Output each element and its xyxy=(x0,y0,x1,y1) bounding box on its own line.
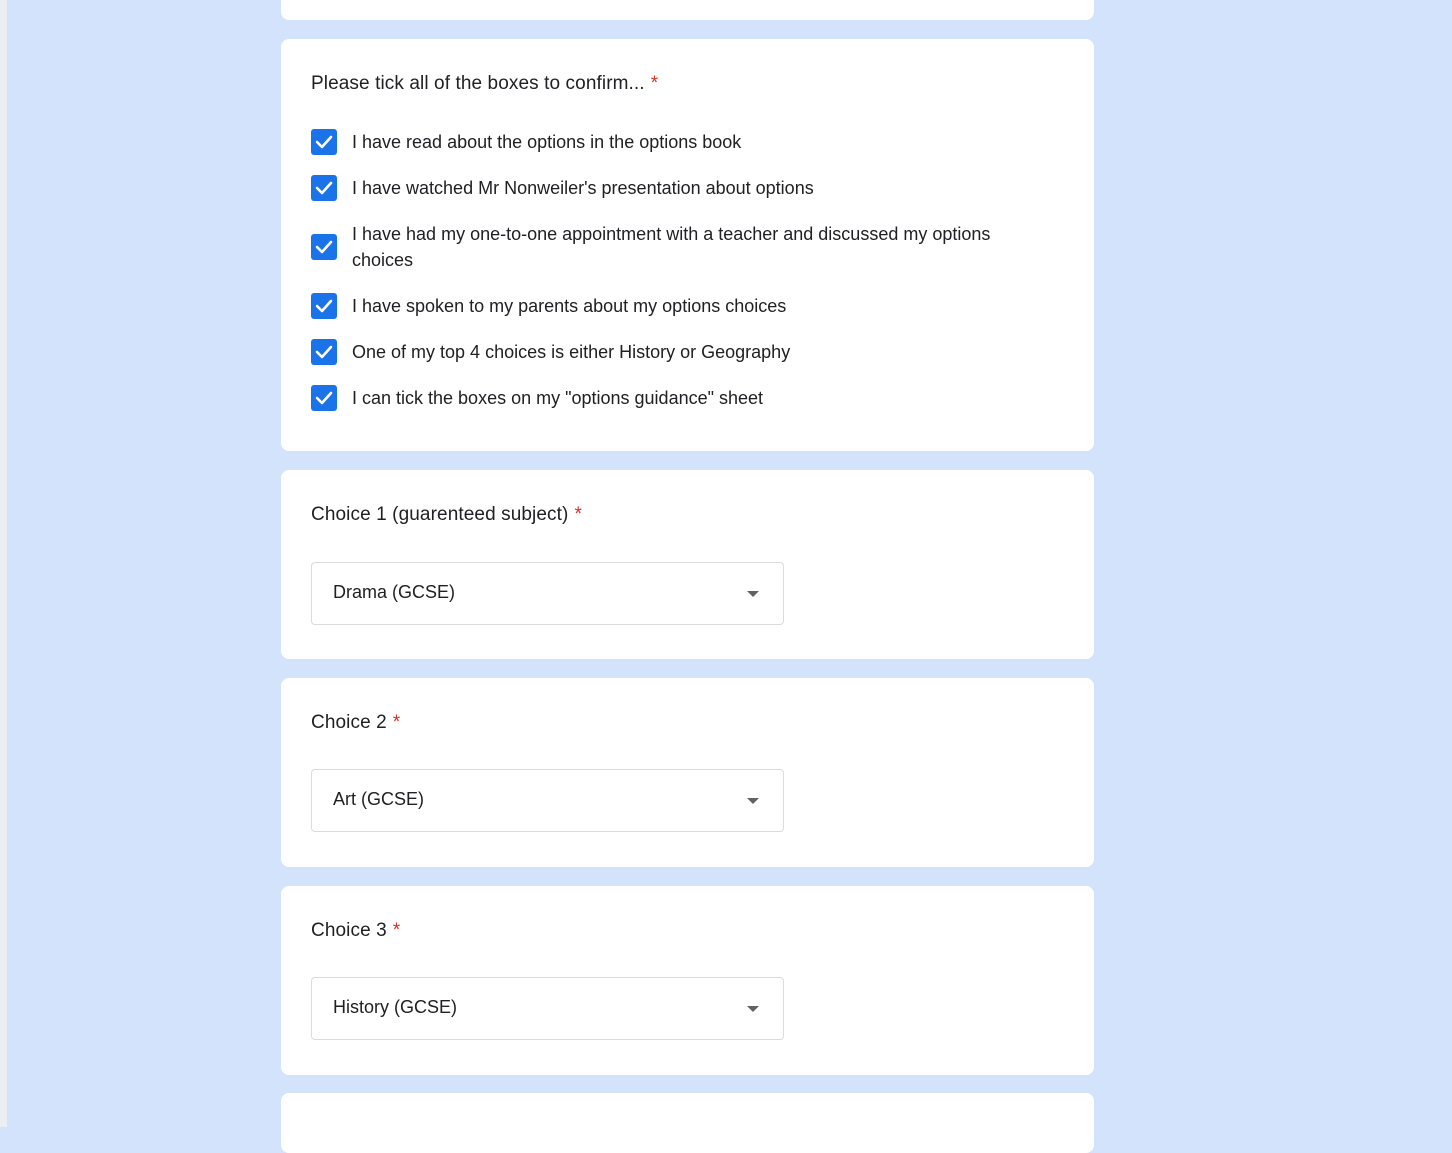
choice-2-dropdown[interactable]: Art (GCSE) xyxy=(311,769,784,832)
checkbox-label: One of my top 4 choices is either Histor… xyxy=(352,342,791,362)
previous-question-card xyxy=(281,0,1094,20)
checkmark-icon xyxy=(315,181,333,195)
window-edge xyxy=(0,0,7,1127)
question-title-text: Choice 1 (guarenteed subject) xyxy=(311,504,569,525)
checkbox[interactable] xyxy=(311,129,337,155)
dropdown-arrow-icon xyxy=(747,798,759,804)
checkbox-label: I can tick the boxes on my "options guid… xyxy=(352,388,764,408)
question-title-text: Choice 2 xyxy=(311,712,387,733)
choice-1-dropdown[interactable]: Drama (GCSE) xyxy=(311,562,784,625)
question-title: Choice 3 * xyxy=(311,920,400,942)
required-marker: * xyxy=(392,920,401,941)
dropdown-arrow-icon xyxy=(747,1006,759,1012)
next-question-card xyxy=(281,1093,1094,1153)
checkbox-label: I have read about the options in the opt… xyxy=(352,132,742,152)
choice-2-card: Choice 2 * Art (GCSE) xyxy=(281,678,1094,867)
checkmark-icon xyxy=(315,135,333,149)
required-marker: * xyxy=(650,73,659,94)
choice-3-card: Choice 3 * History (GCSE) xyxy=(281,886,1094,1075)
checkbox[interactable] xyxy=(311,293,337,319)
checkbox-label: I have had my one-to-one appointment wit… xyxy=(352,224,991,270)
dropdown-selected-value: Drama (GCSE) xyxy=(333,582,456,602)
choice-3-dropdown[interactable]: History (GCSE) xyxy=(311,977,784,1040)
question-title: Choice 2 * xyxy=(311,712,400,734)
checkbox-option[interactable]: I can tick the boxes on my "options guid… xyxy=(311,385,1031,411)
required-marker: * xyxy=(392,712,401,733)
confirm-question-card: Please tick all of the boxes to confirm.… xyxy=(281,39,1094,451)
dropdown-arrow-icon xyxy=(747,591,759,597)
checkbox-option[interactable]: One of my top 4 choices is either Histor… xyxy=(311,339,1031,365)
required-marker: * xyxy=(574,504,582,525)
dropdown-selected-value: History (GCSE) xyxy=(333,997,458,1017)
checkbox-option[interactable]: I have had my one-to-one appointment wit… xyxy=(311,221,1031,273)
question-title-text: Please tick all of the boxes to confirm.… xyxy=(311,73,645,94)
question-title: Please tick all of the boxes to confirm.… xyxy=(311,73,658,95)
checkbox-option[interactable]: I have watched Mr Nonweiler's presentati… xyxy=(311,175,1031,201)
choice-1-card: Choice 1 (guarenteed subject) * Drama (GC… xyxy=(281,470,1094,659)
checkbox[interactable] xyxy=(311,339,337,365)
dropdown-selected-value: Art (GCSE) xyxy=(333,789,425,809)
checkmark-icon xyxy=(315,391,333,405)
question-title: Choice 1 (guarenteed subject) * xyxy=(311,504,582,526)
checkbox-option[interactable]: I have read about the options in the opt… xyxy=(311,129,1031,155)
checkbox-label: I have watched Mr Nonweiler's presentati… xyxy=(352,178,814,198)
checkbox-label: I have spoken to my parents about my opt… xyxy=(352,296,787,316)
checkbox[interactable] xyxy=(311,175,337,201)
checkbox[interactable] xyxy=(311,234,337,260)
question-title-text: Choice 3 xyxy=(311,920,387,941)
checkmark-icon xyxy=(315,299,333,313)
checkbox-option[interactable]: I have spoken to my parents about my opt… xyxy=(311,293,1031,319)
checkmark-icon xyxy=(315,240,333,254)
checkbox[interactable] xyxy=(311,385,337,411)
checkmark-icon xyxy=(315,345,333,359)
